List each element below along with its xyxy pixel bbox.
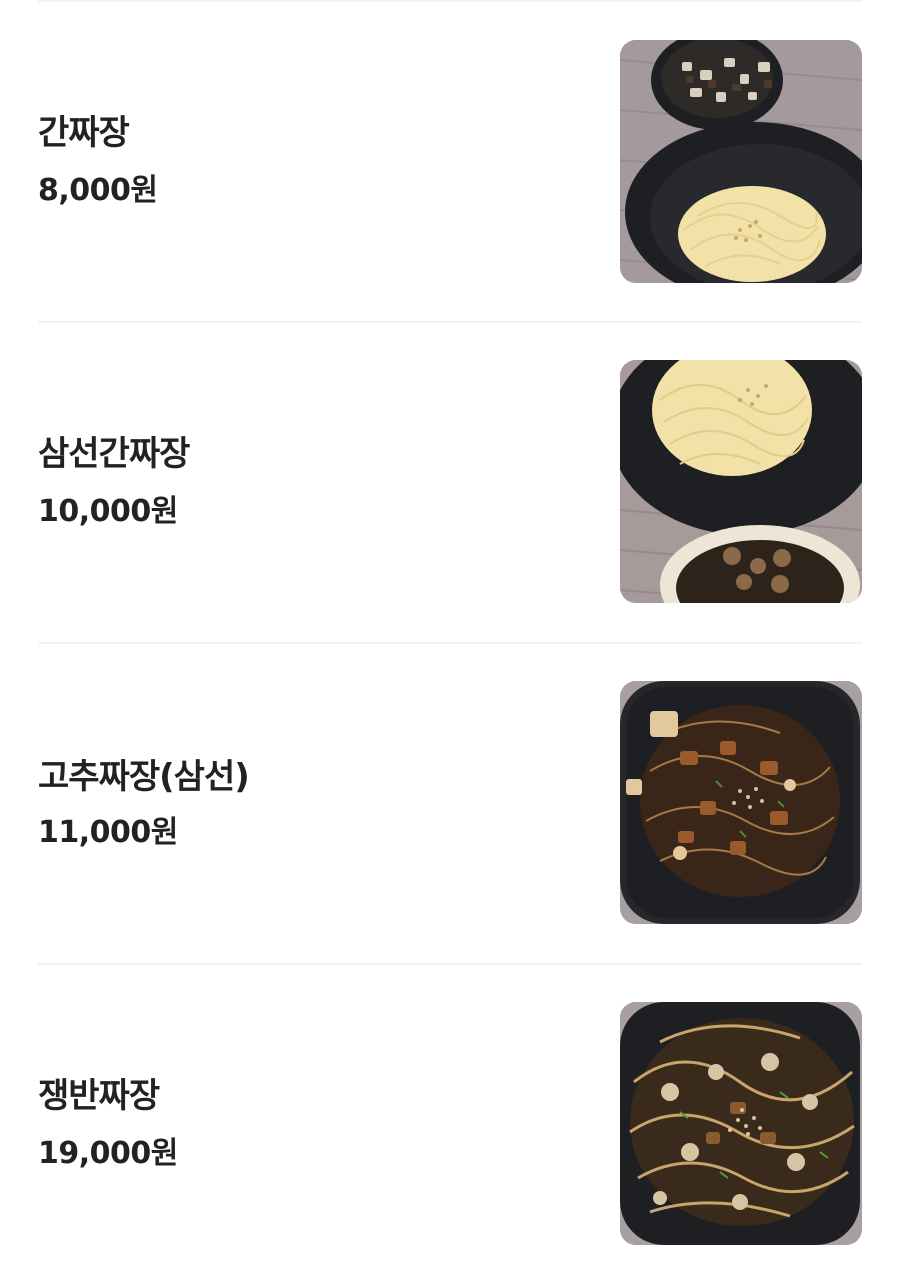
menu-item-price: 11,000원 [38,815,178,850]
gochu-jjajang-photo-image [620,681,862,924]
food-photo-ganjjajang [620,40,862,283]
food-photo-gochu-jjajang [620,681,862,924]
menu-item-samseon-ganjjajang[interactable]: 삼선간짜장 10,000원 [0,322,900,643]
menu-item-gochu-jjajang[interactable]: 고추짜장(삼선) 11,000원 [0,643,900,964]
menu-item-price: 10,000원 [38,494,178,529]
menu-item-price: 8,000원 [38,173,158,208]
menu-list: 간짜장 8,000원 삼선간짜장 10,000원 고추짜장(삼선) 11,000… [0,0,900,1278]
food-photo-samseon-ganjjajang [620,360,862,603]
jaengban-jjajang-photo-image [620,1002,862,1245]
menu-item-name: 쟁반짜장 [38,1076,160,1116]
menu-item-price: 19,000원 [38,1136,178,1171]
menu-item-name: 삼선간짜장 [38,434,190,474]
food-photo-jaengban-jjajang [620,1002,862,1245]
menu-item-ganjjajang[interactable]: 간짜장 8,000원 [0,1,900,322]
ganjjajang-photo-image [620,40,862,283]
samseon-ganjjajang-photo-image [620,360,862,603]
menu-item-jaengban-jjajang[interactable]: 쟁반짜장 19,000원 [0,964,900,1285]
menu-item-name: 간짜장 [38,113,130,153]
menu-item-name: 고추짜장(삼선) [38,757,250,797]
